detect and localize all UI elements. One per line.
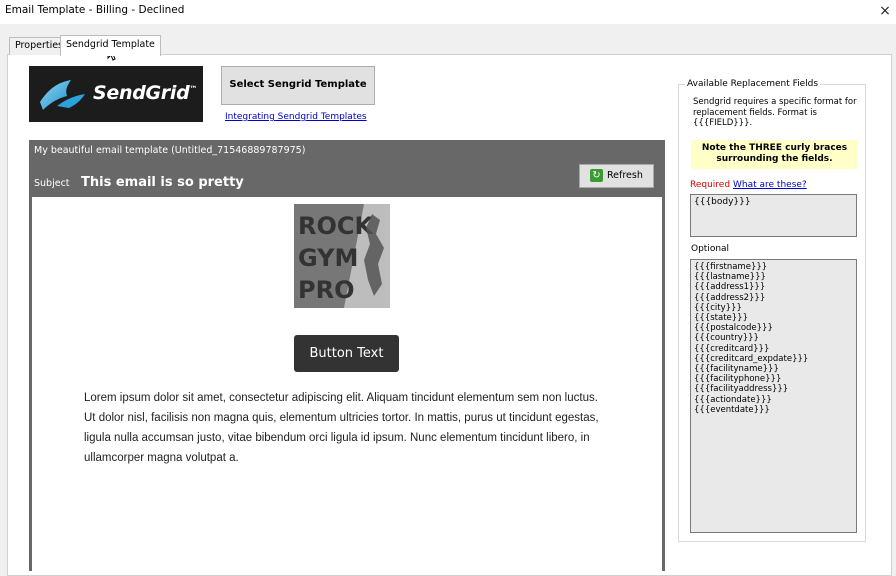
curly-braces-note: Note the THREE curly braces surrounding …: [691, 140, 858, 169]
optional-fields-box[interactable]: {{{firstname}}} {{{lastname}}} {{{addres…: [690, 259, 857, 533]
optional-field: {{{postalcode}}}: [694, 323, 773, 334]
subject-label: Subject: [34, 178, 70, 189]
optional-field: {{{firstname}}}: [694, 262, 768, 272]
rock-gym-pro-logo: ROCK GYM PRO: [294, 204, 390, 308]
integrating-sendgrid-templates-link[interactable]: Integrating Sendgrid Templates: [225, 112, 367, 122]
replacement-fields-legend: Available Replacement Fields: [685, 79, 821, 89]
optional-field: {{{creditcard_expdate}}}: [694, 353, 809, 364]
logo-word-pro: PRO: [298, 276, 354, 304]
optional-field: {{{address1}}}: [694, 282, 766, 293]
optional-field: {{{lastname}}}: [694, 272, 766, 283]
optional-label: Optional: [691, 244, 730, 254]
logo-word-gym: GYM: [298, 244, 358, 272]
sendgrid-logo-text: SendGrid™: [93, 82, 198, 104]
optional-field: {{{facilityname}}}: [694, 364, 779, 375]
window-title: Email Template - Billing - Declined: [5, 4, 185, 16]
refresh-button[interactable]: ↻ Refresh: [579, 164, 654, 188]
optional-field: {{{actiondate}}}: [694, 394, 772, 405]
optional-field: {{{country}}}: [694, 333, 759, 344]
email-body-text: Lorem ipsum dolor sit amet, consectetur …: [84, 392, 599, 464]
logo-word-rock: ROCK: [298, 212, 374, 240]
select-sendgrid-template-button[interactable]: Select Sengrid Template: [221, 66, 375, 105]
optional-field: {{{eventdate}}}: [694, 404, 770, 415]
what-are-these-link[interactable]: What are these?: [733, 180, 807, 190]
refresh-label: Refresh: [607, 170, 643, 181]
optional-field: {{{state}}}: [694, 313, 748, 324]
optional-field: {{{facilityaddress}}}: [694, 384, 789, 395]
subject-value: This email is so pretty: [81, 175, 244, 190]
optional-field: {{{creditcard}}}: [694, 343, 770, 354]
optional-field: {{{city}}}: [694, 302, 742, 313]
fields-description: Sendgrid requires a specific format for …: [693, 97, 857, 128]
optional-field: {{{facilityphone}}}: [694, 374, 782, 385]
tab-sendgrid-template[interactable]: Sendgrid Template: [60, 35, 161, 56]
template-name: My beautiful email template (Untitled_71…: [34, 145, 306, 156]
email-cta-button[interactable]: Button Text: [294, 335, 399, 372]
optional-field: {{{address2}}}: [694, 292, 766, 303]
close-button[interactable]: ×: [876, 1, 894, 21]
required-fields-box[interactable]: {{{body}}}: [690, 194, 857, 237]
refresh-icon: ↻: [590, 169, 603, 182]
sendgrid-mark-icon: [40, 80, 85, 110]
required-label: Required: [690, 180, 731, 190]
sendgrid-logo: SendGrid™: [29, 66, 203, 122]
